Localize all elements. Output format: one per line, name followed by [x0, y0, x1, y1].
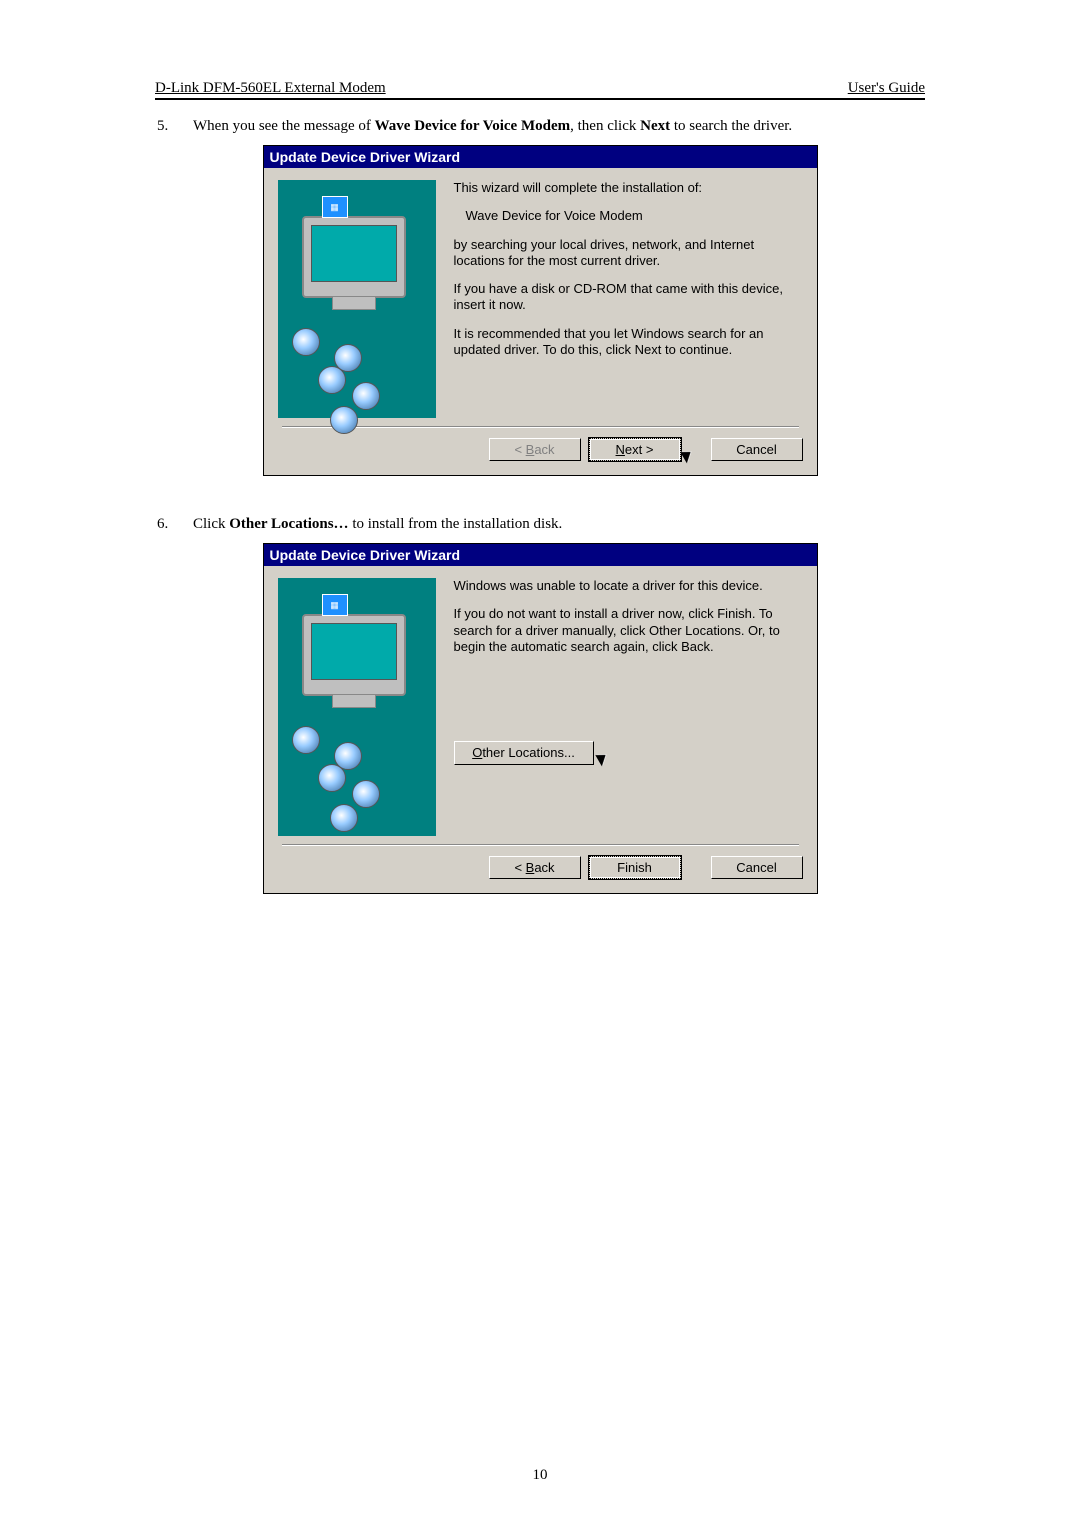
back-button[interactable]: < Back — [489, 856, 581, 879]
dlg1-p2: by searching your local drives, network,… — [454, 237, 803, 270]
dlg1-p4: It is recommended that you let Windows s… — [454, 326, 803, 359]
dialog-title: Update Device Driver Wizard — [264, 544, 817, 566]
step-num-6: 6. — [155, 516, 193, 533]
header-right: User's Guide — [848, 80, 925, 97]
cursor-icon — [683, 449, 697, 463]
dialog-title: Update Device Driver Wizard — [264, 146, 817, 168]
header-left: D-Link DFM-560EL External Modem — [155, 80, 386, 97]
step-text-6: Click Other Locations… to install from t… — [193, 516, 925, 533]
wizard-dialog-2: Update Device Driver Wizard ▦ Windows wa… — [263, 543, 818, 894]
step-num-5: 5. — [155, 118, 193, 135]
wizard-graphic: ▦ — [278, 180, 436, 418]
separator — [282, 844, 799, 846]
next-button[interactable]: Next > — [589, 438, 681, 461]
separator — [282, 426, 799, 428]
cancel-button[interactable]: Cancel — [711, 856, 803, 879]
page-header: D-Link DFM-560EL External Modem User's G… — [155, 80, 925, 100]
dlg1-p1: This wizard will complete the installati… — [454, 180, 803, 196]
wizard-graphic: ▦ — [278, 578, 436, 836]
cancel-button[interactable]: Cancel — [711, 438, 803, 461]
cursor-icon — [598, 752, 612, 766]
finish-button[interactable]: Finish — [589, 856, 681, 879]
button-row-1: < Back Next > Cancel — [264, 438, 817, 475]
step-6: 6. Click Other Locations… to install fro… — [155, 516, 925, 533]
back-button: < Back — [489, 438, 581, 461]
page-number: 10 — [0, 1467, 1080, 1484]
dlg1-p3: If you have a disk or CD-ROM that came w… — [454, 281, 803, 314]
button-row-2: < Back Finish Cancel — [264, 856, 817, 893]
wizard-dialog-1: Update Device Driver Wizard ▦ This wizar… — [263, 145, 818, 476]
step-text-5: When you see the message of Wave Device … — [193, 118, 925, 135]
step-5: 5. When you see the message of Wave Devi… — [155, 118, 925, 135]
dlg2-p1: Windows was unable to locate a driver fo… — [454, 578, 803, 594]
other-locations-button[interactable]: Other Locations... — [454, 741, 594, 765]
dlg1-device: Wave Device for Voice Modem — [454, 208, 803, 224]
dlg2-p2: If you do not want to install a driver n… — [454, 606, 803, 655]
